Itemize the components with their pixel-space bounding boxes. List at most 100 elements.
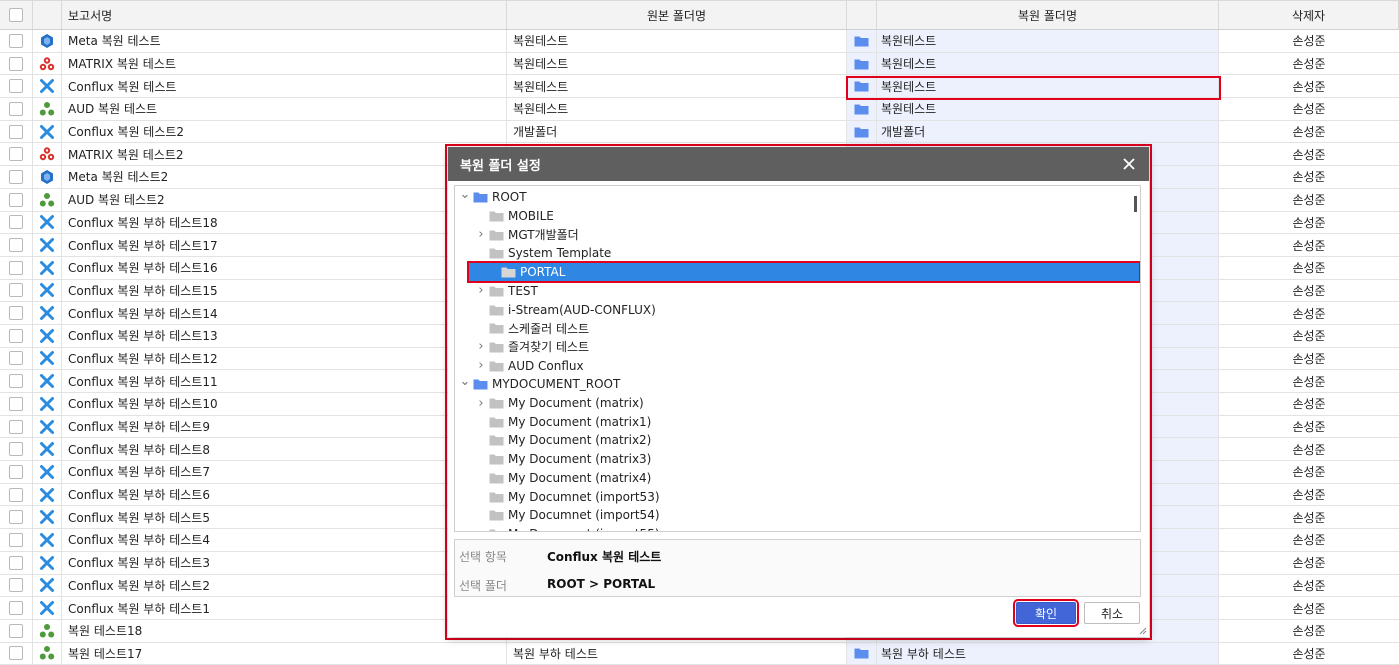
row-checkbox[interactable] (0, 415, 33, 438)
row-checkbox[interactable] (0, 370, 33, 392)
deleter: 손성준 (1292, 238, 1326, 253)
row-checkbox[interactable] (0, 324, 33, 347)
report-name: Meta 복원 테스트 (62, 30, 507, 52)
report-type-icon-cell (33, 347, 62, 370)
tree-item-label: ROOT (492, 190, 527, 205)
tree-item[interactable]: › My Document (matrix) (475, 394, 643, 413)
report-name: Conflux 복원 부하 테스트1 (62, 597, 507, 619)
tree-item[interactable]: MOBILE (475, 207, 554, 226)
report-type-icon-cell (33, 597, 62, 619)
tree-item[interactable]: › 즐겨찾기 테스트 (475, 338, 589, 357)
row-checkbox[interactable] (0, 98, 33, 120)
chevron-right-icon[interactable]: › (475, 396, 487, 411)
header-restore-folder[interactable]: 복원 폴더명 (877, 1, 1219, 29)
tree-item[interactable]: My Document (matrix3) (475, 450, 651, 469)
row-checkbox[interactable] (0, 347, 33, 370)
original-folder: 복원테스트 (507, 52, 847, 75)
deleter: 손성준 (1292, 125, 1326, 140)
row-checkbox[interactable] (0, 461, 33, 483)
row-checkbox[interactable] (0, 188, 33, 211)
tree-item[interactable]: › AUD Conflux (475, 356, 583, 375)
deleter: 손성준 (1292, 533, 1326, 548)
tree-item[interactable]: My Document (matrix1) (475, 412, 651, 431)
folder-icon (489, 211, 504, 222)
select-all-checkbox[interactable] (0, 1, 33, 29)
table-row[interactable]: Meta 복원 테스트 복원테스트 복원테스트 손성준 (0, 30, 1399, 53)
tree-item[interactable]: ⌄ MYDOCUMENT_ROOT (459, 374, 621, 394)
table-row[interactable]: Conflux 복원 테스트2 개발폴더 개발폴더 손성준 (0, 120, 1399, 144)
tree-item-label: 스케줄러 테스트 (508, 321, 590, 336)
restore-folder-button[interactable] (847, 120, 877, 143)
tree-item[interactable]: My Documnet (import55) (475, 525, 660, 531)
chevron-right-icon[interactable]: › (475, 227, 487, 242)
row-checkbox[interactable] (0, 52, 33, 75)
row-checkbox[interactable] (0, 551, 33, 574)
restore-folder-button[interactable] (847, 98, 877, 120)
report-type-icon-cell (33, 393, 62, 415)
restore-folder-button[interactable] (847, 30, 877, 52)
conflux-icon (40, 374, 54, 389)
tree-item[interactable]: ⌄ ROOT (459, 187, 527, 207)
confirm-button[interactable]: 확인 (1013, 599, 1079, 627)
row-checkbox[interactable] (0, 506, 33, 529)
tree-item[interactable]: My Document (matrix4) (475, 469, 651, 488)
row-checkbox[interactable] (0, 574, 33, 597)
tree-item-label: TEST (508, 283, 538, 298)
row-checkbox[interactable] (0, 120, 33, 143)
tree-item[interactable]: System Template (475, 244, 611, 263)
row-checkbox[interactable] (0, 529, 33, 551)
chevron-right-icon[interactable]: › (475, 283, 487, 298)
row-checkbox[interactable] (0, 393, 33, 415)
chevron-right-icon[interactable]: › (475, 358, 487, 373)
table-row[interactable]: AUD 복원 테스트 복원테스트 복원테스트 손성준 (0, 98, 1399, 121)
tree-item[interactable]: My Document (matrix2) (475, 431, 651, 450)
tree-item[interactable]: i-Stream(AUD-CONFLUX) (475, 300, 656, 319)
table-row[interactable]: 복원 테스트17 복원 부하 테스트 복원 부하 테스트 손성준 (0, 642, 1399, 665)
tree-item-label: My Document (matrix4) (508, 470, 652, 485)
tree-item[interactable]: PORTAL (467, 260, 1140, 284)
chevron-right-icon[interactable]: › (475, 339, 487, 354)
tree-item[interactable]: My Documnet (import54) (475, 506, 660, 525)
restore-folder-button[interactable] (847, 52, 877, 75)
header-report-name[interactable]: 보고서명 (62, 1, 507, 29)
conflux-icon (40, 419, 54, 434)
close-icon[interactable] (1119, 154, 1139, 174)
row-checkbox[interactable] (0, 234, 33, 256)
row-checkbox[interactable] (0, 143, 33, 166)
tree-item[interactable]: My Documnet (import53) (475, 487, 660, 506)
tree-scrollbar[interactable] (1134, 196, 1137, 212)
row-checkbox[interactable] (0, 302, 33, 324)
resize-grip-icon[interactable] (1139, 627, 1147, 635)
report-name: Conflux 복원 부하 테스트13 (62, 324, 507, 347)
row-checkbox[interactable] (0, 211, 33, 234)
row-checkbox[interactable] (0, 438, 33, 461)
tree-item[interactable]: 스케줄러 테스트 (475, 319, 589, 338)
report-name: Conflux 복원 부하 테스트8 (62, 438, 507, 461)
row-checkbox[interactable] (0, 256, 33, 279)
table-row[interactable]: MATRIX 복원 테스트 복원테스트 복원테스트 손성준 (0, 52, 1399, 76)
original-folder: 개발폴더 (507, 120, 847, 143)
header-original-folder[interactable]: 원본 폴더명 (507, 1, 847, 29)
row-checkbox[interactable] (0, 75, 33, 98)
tree-item[interactable]: › TEST (475, 282, 538, 301)
folder-icon (489, 342, 504, 353)
tree-item[interactable]: › MGT개발폴더 (475, 225, 578, 244)
chevron-down-icon[interactable]: ⌄ (459, 374, 471, 389)
chevron-down-icon[interactable]: ⌄ (459, 187, 471, 202)
folder-icon (501, 267, 516, 278)
row-checkbox[interactable] (0, 619, 33, 642)
report-name: Conflux 복원 부하 테스트16 (62, 256, 507, 279)
cancel-button[interactable]: 취소 (1084, 602, 1140, 624)
row-checkbox[interactable] (0, 597, 33, 619)
folder-tree[interactable]: ⌄ ROOT MOBILE › MGT개발폴더 System Template PORTAL… (454, 185, 1141, 532)
folder-icon (854, 36, 869, 47)
row-checkbox[interactable] (0, 279, 33, 302)
header-deleter[interactable]: 삭제자 (1219, 1, 1399, 29)
report-type-icon-cell (33, 256, 62, 279)
matrix-icon (39, 147, 55, 161)
row-checkbox[interactable] (0, 483, 33, 506)
row-checkbox[interactable] (0, 30, 33, 52)
table-header: 보고서명 원본 폴더명 복원 폴더명 삭제자 (0, 0, 1399, 30)
row-checkbox[interactable] (0, 166, 33, 188)
report-name: Conflux 복원 부하 테스트15 (62, 279, 507, 302)
